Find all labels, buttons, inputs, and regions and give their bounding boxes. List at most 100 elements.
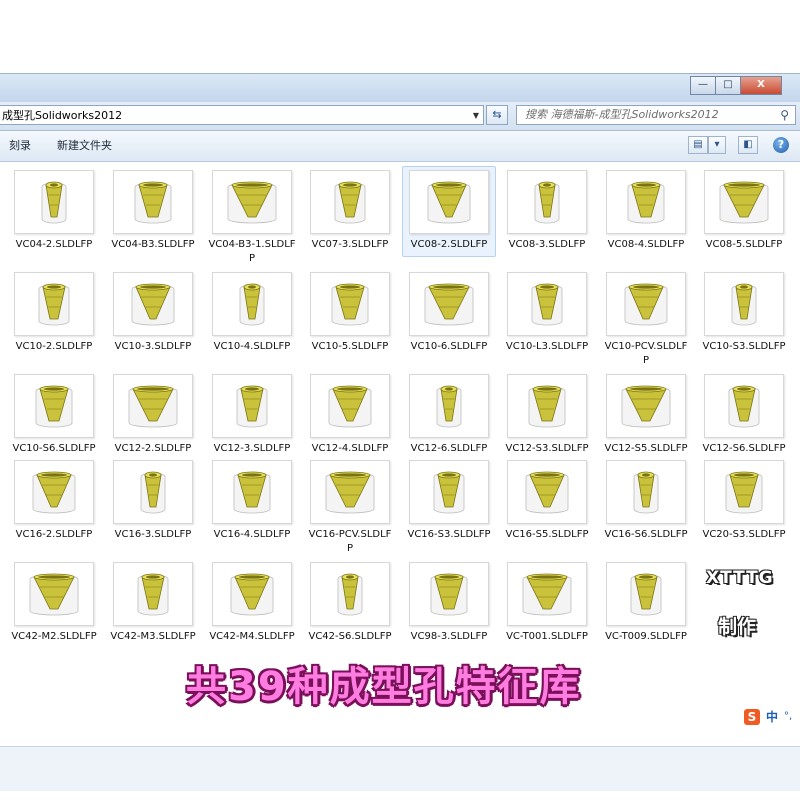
- file-item[interactable]: VC10-S6.SLDLFP: [7, 370, 101, 461]
- address-bar: 成型孔Solidworks2012 ▼ ⇆ 搜索 海德福斯-成型孔Solidwo…: [0, 102, 800, 131]
- file-item[interactable]: VC10-L3.SLDLFP: [500, 268, 594, 359]
- refresh-icon[interactable]: ⇆: [486, 105, 508, 125]
- part-model-icon: [325, 471, 375, 514]
- part-model-icon: [433, 471, 465, 514]
- file-item-wrapper: VC12-6.SLDLFP: [402, 370, 496, 461]
- part-thumbnail: [704, 272, 784, 336]
- part-model-icon: [35, 385, 73, 428]
- file-name: VC08-3.SLDLFP: [508, 239, 586, 250]
- file-item[interactable]: VC20-S3.SLDLFP: [697, 456, 791, 547]
- search-input[interactable]: 搜索 海德福斯-成型孔Solidworks2012 ⚲: [516, 105, 796, 125]
- part-model-icon: [41, 181, 67, 224]
- part-model-icon: [624, 283, 668, 326]
- file-name: VC12-3.SLDLFP: [213, 443, 291, 454]
- file-item[interactable]: VC08-4.SLDLFP: [599, 166, 693, 257]
- file-item[interactable]: VC16-S6.SLDLFP: [599, 456, 693, 547]
- file-item[interactable]: VC16-S5.SLDLFP: [500, 456, 594, 547]
- file-item-wrapper: VC16-2.SLDLFP: [7, 456, 101, 547]
- view-options-icon[interactable]: ▤: [688, 136, 708, 154]
- part-thumbnail: [409, 562, 489, 626]
- ime-punct[interactable]: °,: [784, 711, 792, 722]
- file-item[interactable]: VC07-3.SLDLFP: [303, 166, 397, 257]
- file-item[interactable]: VC16-S3.SLDLFP: [402, 456, 496, 547]
- part-model-icon: [633, 471, 659, 514]
- file-name: VC12-6.SLDLFP: [410, 443, 488, 454]
- part-thumbnail: [113, 460, 193, 524]
- file-item[interactable]: VC42-M4.SLDLFP: [205, 558, 299, 649]
- file-item[interactable]: VC12-S5.SLDLFP: [599, 370, 693, 461]
- file-item[interactable]: VC12-3.SLDLFP: [205, 370, 299, 461]
- part-thumbnail: [212, 170, 292, 234]
- part-thumbnail: [113, 170, 193, 234]
- part-model-icon: [239, 283, 265, 326]
- ime-indicator[interactable]: S 中 °,: [744, 708, 792, 725]
- help-icon[interactable]: ?: [773, 137, 789, 153]
- file-item[interactable]: VC16-2.SLDLFP: [7, 456, 101, 547]
- file-item[interactable]: VC10-6.SLDLFP: [402, 268, 496, 359]
- chevron-down-icon[interactable]: ▼: [473, 106, 479, 126]
- file-name: VC42-M2.SLDLFP: [11, 631, 97, 642]
- part-thumbnail: [14, 460, 94, 524]
- burn-button[interactable]: 刻录: [9, 131, 31, 161]
- part-thumbnail: [14, 374, 94, 438]
- file-item[interactable]: VC10-2.SLDLFP: [7, 268, 101, 359]
- file-item[interactable]: VC04-B3.SLDLFP: [106, 166, 200, 257]
- close-button[interactable]: X: [740, 76, 782, 95]
- minimize-button[interactable]: —: [690, 76, 715, 95]
- file-item[interactable]: VC04-B3-1.SLDLFP: [205, 166, 299, 271]
- part-thumbnail: [606, 460, 686, 524]
- file-item[interactable]: VC08-5.SLDLFP: [697, 166, 791, 257]
- file-item-wrapper: VC10-6.SLDLFP: [402, 268, 496, 359]
- part-thumbnail: [606, 272, 686, 336]
- part-model-icon: [134, 181, 172, 224]
- file-item[interactable]: VC08-2.SLDLFP: [402, 166, 496, 257]
- preview-pane-icon[interactable]: ◧: [738, 136, 758, 154]
- file-item[interactable]: VC10-S3.SLDLFP: [697, 268, 791, 359]
- file-name: VC-T001.SLDLFP: [506, 631, 588, 642]
- part-model-icon: [719, 181, 769, 224]
- file-item[interactable]: VC12-S3.SLDLFP: [500, 370, 594, 461]
- file-item[interactable]: VC12-4.SLDLFP: [303, 370, 397, 461]
- file-item[interactable]: VC-T009.SLDLFP: [599, 558, 693, 649]
- file-item[interactable]: VC10-5.SLDLFP: [303, 268, 397, 359]
- part-model-icon: [227, 181, 277, 224]
- file-item-wrapper: VC16-3.SLDLFP: [106, 456, 200, 547]
- search-icon[interactable]: ⚲: [780, 106, 789, 124]
- file-item[interactable]: VC42-M3.SLDLFP: [106, 558, 200, 649]
- part-thumbnail: [409, 272, 489, 336]
- file-name: VC10-S3.SLDLFP: [702, 341, 786, 352]
- file-item[interactable]: VC12-S6.SLDLFP: [697, 370, 791, 461]
- part-thumbnail: [409, 170, 489, 234]
- file-item-wrapper: VC20-S3.SLDLFP: [697, 456, 791, 547]
- part-model-icon: [528, 385, 566, 428]
- file-item[interactable]: VC04-2.SLDLFP: [7, 166, 101, 257]
- new-folder-button[interactable]: 新建文件夹: [57, 131, 112, 161]
- file-item[interactable]: VC16-3.SLDLFP: [106, 456, 200, 547]
- part-model-icon: [131, 283, 175, 326]
- file-item[interactable]: VC10-4.SLDLFP: [205, 268, 299, 359]
- file-item[interactable]: VC12-2.SLDLFP: [106, 370, 200, 461]
- part-thumbnail: [14, 170, 94, 234]
- part-model-icon: [534, 181, 560, 224]
- file-item[interactable]: VC42-M2.SLDLFP: [7, 558, 101, 649]
- file-item[interactable]: VC10-PCV.SLDLFP: [599, 268, 693, 373]
- file-item[interactable]: VC12-6.SLDLFP: [402, 370, 496, 461]
- maximize-button[interactable]: □: [715, 76, 740, 95]
- ime-mode[interactable]: 中: [766, 708, 778, 725]
- file-item-wrapper: VC-T009.SLDLFP: [599, 558, 693, 649]
- file-item[interactable]: VC16-PCV.SLDLFP: [303, 456, 397, 561]
- chevron-down-icon[interactable]: ▾: [708, 136, 726, 154]
- file-item[interactable]: VC08-3.SLDLFP: [500, 166, 594, 257]
- file-item-wrapper: VC10-S6.SLDLFP: [7, 370, 101, 461]
- part-model-icon: [236, 385, 268, 428]
- file-item[interactable]: VC10-3.SLDLFP: [106, 268, 200, 359]
- part-model-icon: [38, 283, 70, 326]
- file-item[interactable]: VC-T001.SLDLFP: [500, 558, 594, 649]
- part-thumbnail: [507, 562, 587, 626]
- file-name: VC16-2.SLDLFP: [15, 529, 93, 540]
- file-item[interactable]: VC42-S6.SLDLFP: [303, 558, 397, 649]
- file-item[interactable]: VC16-4.SLDLFP: [205, 456, 299, 547]
- address-field[interactable]: 成型孔Solidworks2012 ▼: [0, 105, 484, 125]
- file-item[interactable]: VC98-3.SLDLFP: [402, 558, 496, 649]
- file-name: VC12-S3.SLDLFP: [505, 443, 589, 454]
